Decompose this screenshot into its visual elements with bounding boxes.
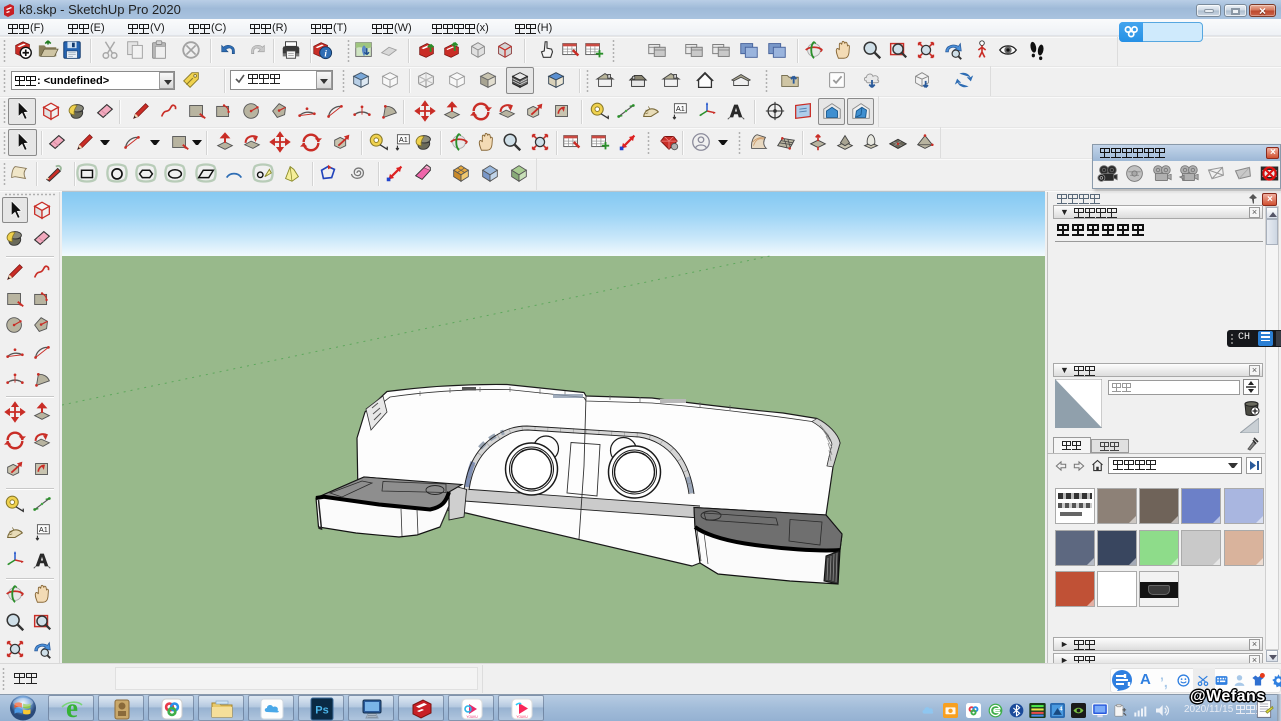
- svg-text:YOUKU: YOUKU: [516, 715, 528, 719]
- svg-text:Ps: Ps: [315, 705, 328, 717]
- svg-text:A1: A1: [39, 525, 48, 534]
- svg-text:YOUKU: YOUKU: [466, 715, 478, 719]
- svg-text:A1: A1: [676, 104, 685, 113]
- svg-text:e: e: [66, 697, 78, 721]
- svg-text:A1: A1: [399, 135, 408, 144]
